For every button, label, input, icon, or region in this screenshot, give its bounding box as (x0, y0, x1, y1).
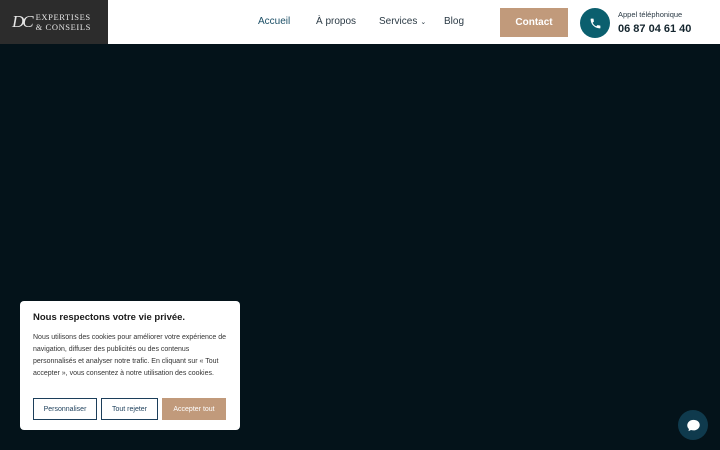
site-header: DC EXPERTISES & CONSEILS Accueil À propo… (0, 0, 720, 44)
logo-line-1: EXPERTISES (35, 12, 91, 22)
cookie-buttons: Personnaliser Tout rejeter Accepter tout (33, 398, 226, 420)
logo-monogram: DC (12, 12, 34, 31)
nav-blog[interactable]: Blog (444, 16, 464, 27)
nav-services[interactable]: Services ⌄ (379, 16, 426, 27)
contact-button[interactable]: Contact (500, 8, 568, 37)
logo-line-2: & CONSEILS (35, 22, 91, 32)
nav-about[interactable]: À propos (316, 16, 356, 27)
chevron-down-icon: ⌄ (420, 19, 427, 26)
phone-icon-glyph (590, 18, 600, 28)
cookie-text: Nous utilisons des cookies pour améliore… (33, 334, 226, 377)
cookie-title: Nous respectons votre vie privée. (33, 312, 186, 323)
cookie-banner: Nous respectons votre vie privée. Nous u… (20, 301, 240, 430)
nav-home[interactable]: Accueil (258, 16, 290, 27)
logo-text: EXPERTISES & CONSEILS (36, 12, 91, 32)
phone-icon[interactable] (580, 8, 610, 38)
nav-services-label: Services (379, 16, 418, 27)
reject-all-button[interactable]: Tout rejeter (101, 398, 158, 420)
customize-button[interactable]: Personnaliser (33, 398, 97, 420)
site-logo[interactable]: DC EXPERTISES & CONSEILS (0, 0, 108, 44)
chat-icon (686, 419, 700, 431)
accept-all-button[interactable]: Accepter tout (162, 398, 226, 420)
phone-number[interactable]: 06 87 04 61 40 (618, 23, 691, 35)
phone-label: Appel téléphonique (618, 10, 683, 19)
chat-button[interactable] (678, 410, 708, 440)
